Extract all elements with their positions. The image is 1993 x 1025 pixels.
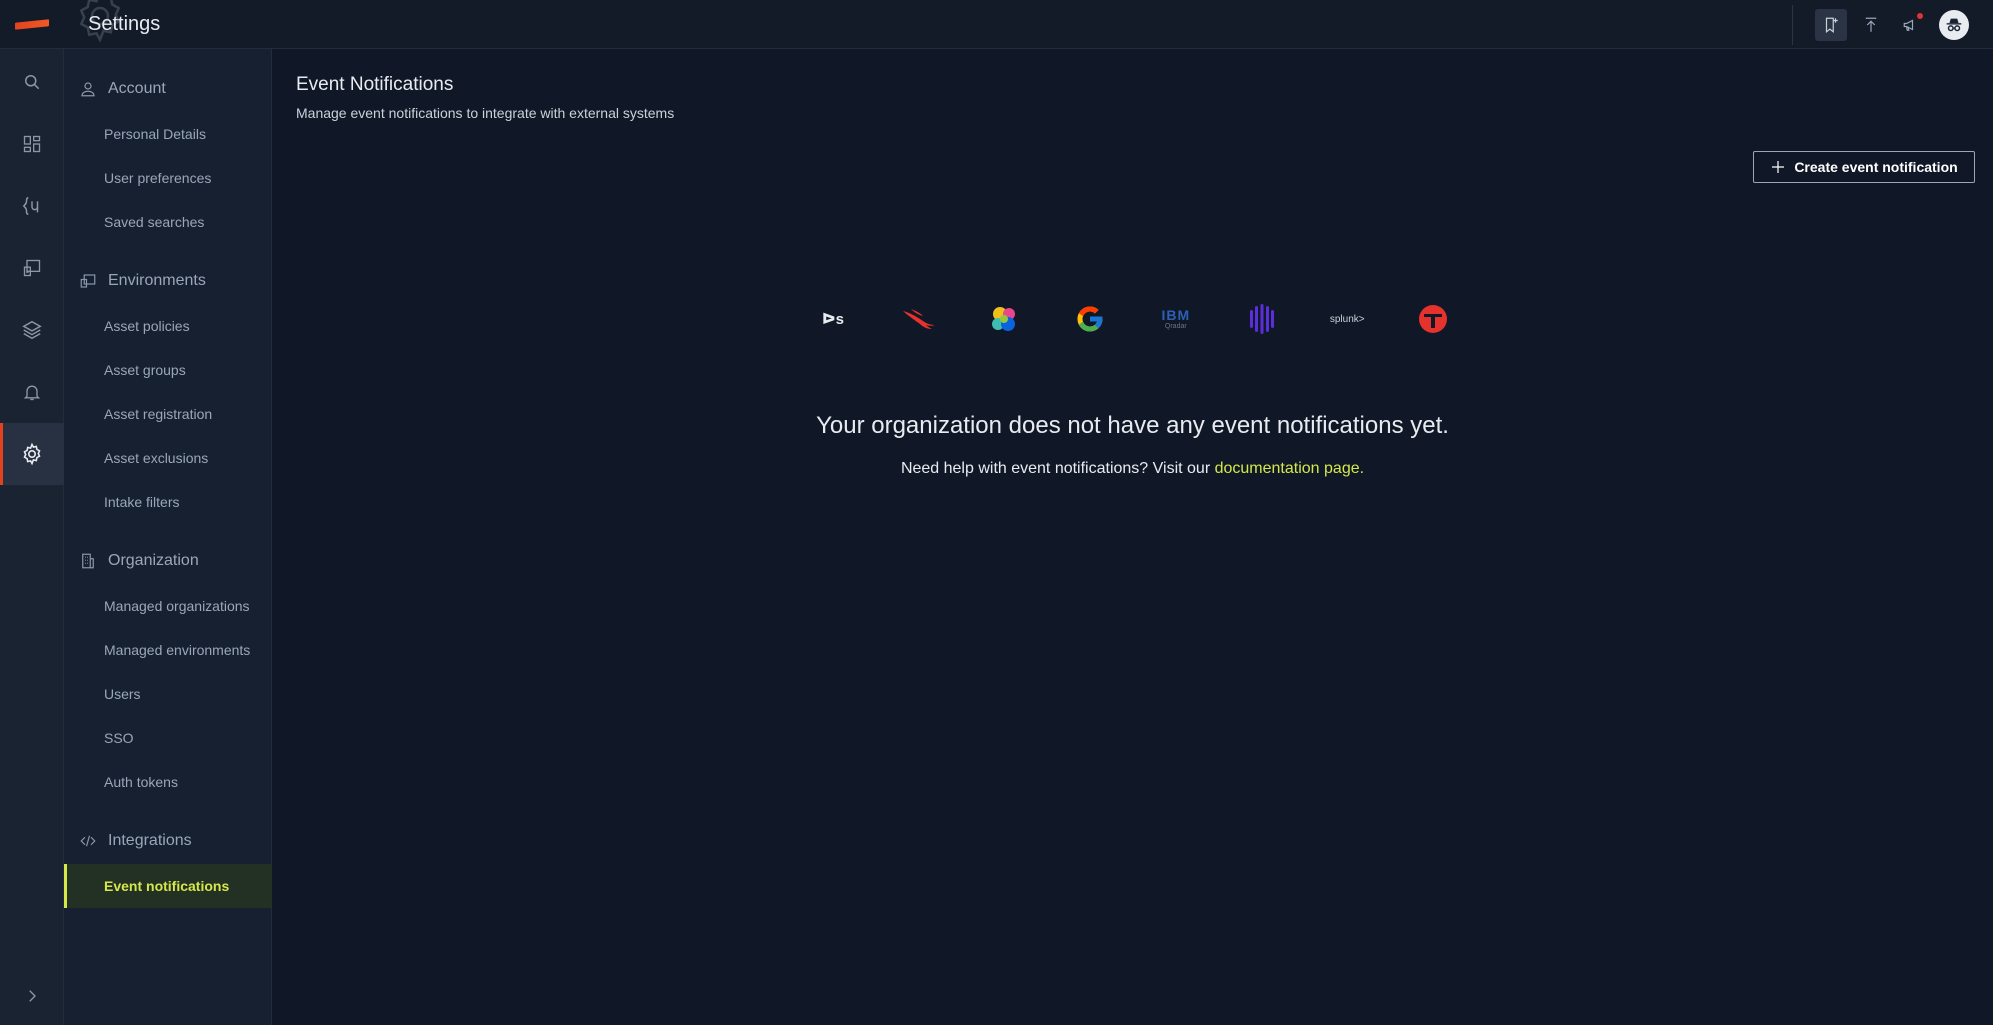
red-circle-t-icon [1418,305,1447,333]
sidebar-item-auth-tokens[interactable]: Auth tokens [64,760,272,804]
sidebar-item-asset-groups[interactable]: Asset groups [64,348,272,392]
icon-rail [0,49,64,1025]
rail-settings[interactable] [0,423,64,485]
section-environments-label: Environments [108,272,206,289]
query-icon [22,197,39,215]
section-organization-label: Organization [108,552,199,569]
announcements-button[interactable] [1895,9,1927,41]
user-avatar[interactable] [1939,9,1969,40]
create-button-label: Create event notification [1794,159,1958,175]
user-icon [78,79,98,99]
ibm-logo-text: IBM [1161,306,1191,323]
section-organization: Organization [64,547,272,575]
ds-logo-text: ᐅs [822,311,844,328]
notification-dot [1917,12,1923,19]
page-subtitle: Manage event notifications to integrate … [296,105,675,121]
upload-button[interactable] [1855,9,1887,41]
brand-logo[interactable] [0,0,64,49]
section-account-label: Account [108,80,166,97]
incognito-avatar-icon [1946,18,1962,31]
google-logo [1070,301,1110,337]
integration-logos: ᐅs IBM Qradar splunk> [813,301,1453,337]
sidebar-item-users[interactable]: Users [64,672,272,716]
help-text: Need help with event notifications? Visi… [900,460,1215,477]
main-content: Event Notifications Manage event notific… [272,49,1993,1025]
rail-layers[interactable] [0,299,64,361]
topbar-actions [1792,0,1993,49]
rail-query[interactable] [0,175,64,237]
code-icon [78,831,98,851]
bell-icon [23,385,41,401]
sidebar-item-managed-environments[interactable]: Managed environments [64,628,272,672]
settings-sidebar: Account Personal Details User preference… [64,49,272,1025]
upload-icon [1865,17,1877,32]
environments-icon [78,271,98,291]
sidebar-item-asset-exclusions[interactable]: Asset exclusions [64,436,272,480]
page-title: Event Notifications [296,74,454,95]
falcon-icon [902,309,935,329]
sidebar-item-saved-searches[interactable]: Saved searches [64,200,272,244]
qradar-logo-text: Qradar [1164,322,1187,330]
topbar-divider [1792,4,1793,45]
gear-icon [23,442,41,466]
building-icon [78,551,98,571]
bookmark-icon [1825,17,1838,33]
assets-icon [23,259,41,277]
section-integrations-label: Integrations [108,832,192,849]
logo-stripe [15,18,49,30]
app-title: Settings [88,12,161,35]
sidebar-item-event-notifications[interactable]: Event notifications [64,864,272,908]
sumo-logo [1242,301,1282,337]
ibm-qradar-logo: IBM Qradar [1156,301,1196,337]
elastic-icon [992,307,1016,331]
rail-expand[interactable] [0,965,64,1025]
section-environments: Environments [64,267,272,295]
sidebar-item-asset-registration[interactable]: Asset registration [64,392,272,436]
empty-state-help: Need help with event notifications? Visi… [272,460,1993,478]
red-t-logo [1413,301,1453,337]
rail-search[interactable] [0,51,64,113]
sidebar-item-user-preferences[interactable]: User preferences [64,156,272,200]
empty-state-title: Your organization does not have any even… [816,412,1449,439]
google-g-icon [1077,306,1103,332]
bookmark-button[interactable] [1815,8,1847,41]
rail-assets[interactable] [0,237,64,299]
top-bar: Settings [0,0,1993,49]
sidebar-item-intake-filters[interactable]: Intake filters [64,480,272,524]
rail-dashboard[interactable] [0,113,64,175]
documentation-link[interactable]: documentation page. [1215,460,1364,477]
sidebar-item-asset-policies[interactable]: Asset policies [64,304,272,348]
plus-icon [1770,159,1786,175]
crowdstrike-logo [899,301,939,337]
layers-icon [22,320,42,340]
elastic-logo [984,301,1024,337]
rail-alerts[interactable] [0,361,64,423]
splunk-logo: splunk> [1327,301,1367,337]
create-event-notification-button[interactable]: Create event notification [1753,151,1975,183]
chevron-right-icon [29,990,36,1002]
ds-logo: ᐅs [813,301,853,337]
sidebar-item-sso[interactable]: SSO [64,716,272,760]
section-integrations: Integrations [64,827,272,855]
section-account: Account [64,75,272,103]
sidebar-item-managed-organizations[interactable]: Managed organizations [64,584,272,628]
splunk-logo-text: splunk> [1329,313,1365,325]
sidebar-item-personal-details[interactable]: Personal Details [64,112,272,156]
dashboard-icon [23,135,41,153]
search-icon [25,75,40,90]
bars-logo-icon [1249,304,1274,334]
